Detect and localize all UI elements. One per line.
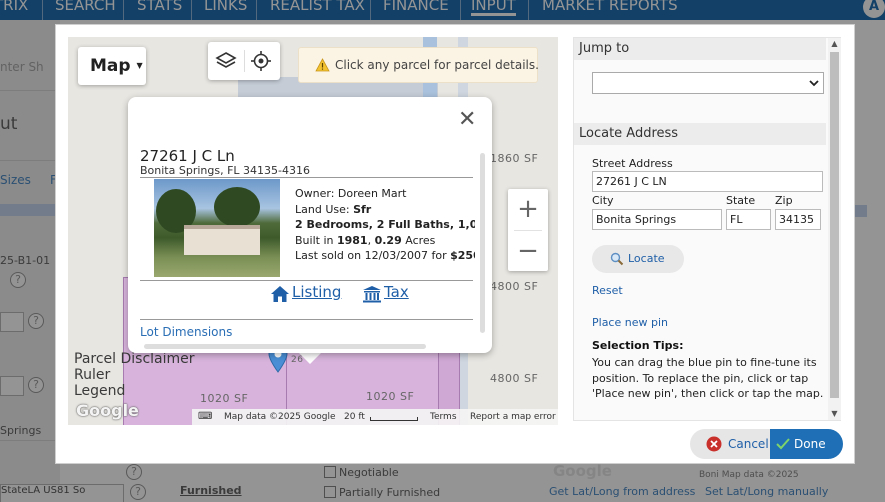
parcel-details: Owner: Doreen Mart Land Use: Sfr 2 Bedro… [295, 186, 475, 264]
ruler-link[interactable]: Ruler [74, 367, 195, 383]
jump-to-header: Jump to [574, 38, 826, 60]
scroll-up-arrow-icon[interactable]: ▲ [828, 38, 841, 50]
land-use-value: Sfr [353, 202, 372, 216]
property-photo [154, 179, 280, 277]
parcel-sf-label: 1020 SF [366, 390, 415, 403]
selection-tips-text: You can drag the blue pin to fine-tune i… [592, 356, 824, 400]
parcel-sf-label: 4800 SF [490, 372, 539, 385]
place-new-pin-link[interactable]: Place new pin [592, 316, 668, 329]
divider [140, 280, 473, 281]
close-icon[interactable]: ✕ [458, 109, 476, 131]
beds-baths-text: 2 Bedrooms, 2 Full Baths, 1,020 [295, 218, 475, 231]
divider [140, 319, 473, 320]
search-icon [610, 252, 624, 266]
photo-tree [214, 187, 260, 227]
hint-text: Click any parcel for parcel details. [335, 58, 539, 72]
zip-input[interactable]: 34135 [775, 209, 821, 230]
state-label: State [726, 194, 756, 207]
map-canvas[interactable]: 1860 SF 4800 SF 4800 SF 1020 SF 1020 SF … [68, 37, 558, 425]
land-use-label: Land Use: [295, 202, 354, 216]
legend-link[interactable]: Legend [74, 383, 195, 399]
zoom-controls: + − [508, 189, 548, 271]
city-label: City [592, 194, 614, 207]
zoom-in-button[interactable]: + [508, 189, 548, 229]
popup-horizontal-scrollbar[interactable] [144, 344, 426, 349]
divider [140, 177, 473, 178]
reset-link[interactable]: Reset [592, 284, 623, 297]
lot-dimensions-link[interactable]: Lot Dimensions [140, 325, 232, 339]
land-use-text: Land Use: Sfr [295, 202, 475, 218]
locate-label: Locate [628, 252, 665, 265]
parcel-sf-label: 1020 SF [200, 392, 249, 405]
terms-link[interactable]: Terms [430, 409, 457, 425]
scroll-down-arrow-icon[interactable]: ▼ [828, 408, 841, 420]
sold-price: $250 [450, 249, 475, 262]
city-input[interactable]: Bonita Springs [592, 209, 722, 230]
zoom-out-button[interactable]: − [508, 231, 548, 271]
photo-house [184, 225, 260, 255]
map-type-button[interactable]: Map ▼ [78, 47, 146, 85]
cancel-label: Cancel [728, 437, 769, 451]
cancel-icon [706, 436, 722, 452]
last-sold-text: Last sold on 12/03/2007 for $250 [295, 248, 475, 264]
zip-label: Zip [775, 194, 793, 207]
layers-icon[interactable] [215, 50, 237, 72]
parcel-hint-banner: Click any parcel for parcel details. [298, 47, 539, 83]
jump-to-select[interactable] [592, 72, 824, 94]
parcel-map-dialog: 1860 SF 4800 SF 4800 SF 1020 SF 1020 SF … [55, 24, 855, 464]
scale-label: 20 ft [344, 412, 365, 422]
map-data-text: Map data ©2025 Google [224, 412, 336, 422]
listing-link[interactable]: Listing [292, 283, 341, 301]
state-input[interactable]: FL [726, 209, 771, 230]
done-button[interactable]: Done [770, 429, 843, 459]
google-logo: Google [76, 401, 139, 420]
courthouse-icon[interactable] [362, 285, 382, 303]
cancel-button[interactable]: Cancel [690, 429, 770, 459]
keyboard-icon[interactable]: ⌨ [198, 409, 212, 425]
warning-icon [315, 58, 330, 72]
checkmark-icon [776, 438, 790, 450]
built-text: Built in 1981, 0.29 Acres [295, 233, 475, 249]
panel-scrollbar[interactable]: ▲ ▼ [828, 38, 841, 420]
scale-bar [370, 417, 418, 421]
tax-link[interactable]: Tax [384, 283, 409, 301]
sold-prefix: Last sold on 12/03/2007 for [295, 249, 451, 262]
map-type-label: Map [90, 56, 131, 76]
street-address-input[interactable]: 27261 J C LN [592, 171, 823, 192]
selection-tips-title: Selection Tips: [592, 339, 684, 352]
owner-text: Owner: Doreen Mart [295, 187, 407, 200]
parcel-disclaimer-link[interactable]: Parcel Disclaimer [74, 351, 195, 367]
caret-down-icon: ▼ [136, 61, 143, 70]
locate-panel: Jump to Locate Address Street Address 27… [573, 37, 841, 421]
acres-suffix: Acres [401, 233, 436, 247]
parcel-sf-label: 4800 SF [490, 280, 539, 293]
built-separator: , [367, 233, 375, 247]
locate-me-icon[interactable] [250, 50, 272, 72]
chevron-down-icon [809, 80, 819, 87]
map-overlay-links: Parcel Disclaimer Ruler Legend [74, 351, 195, 399]
built-year: 1981 [336, 233, 368, 247]
map-attribution-bar: ⌨ Map data ©2025 Google 20 ft Terms Repo… [192, 409, 558, 425]
built-prefix: Built in [295, 233, 337, 247]
parcel-info-popup: ✕ 27261 J C Ln Bonita Springs, FL 34135-… [128, 97, 492, 353]
locate-address-header: Locate Address [574, 123, 826, 145]
report-map-error-link[interactable]: Report a map error [470, 409, 556, 425]
popup-vertical-scrollbar[interactable] [480, 153, 485, 333]
street-address-label: Street Address [592, 157, 673, 170]
parcel-sf-label: 1860 SF [490, 152, 539, 165]
parcel-address-line2: Bonita Springs, FL 34135-4316 [140, 164, 310, 177]
dialog-actions: Cancel Done [690, 429, 843, 459]
home-icon[interactable] [270, 285, 290, 303]
divider [244, 50, 245, 72]
lot-acres: 0.29 [374, 233, 402, 247]
popup-tail [298, 352, 322, 364]
parcel-address-line1: 27261 J C Ln [140, 147, 235, 165]
map-tools-group [208, 42, 280, 80]
locate-button[interactable]: Locate [592, 245, 684, 273]
done-label: Done [794, 437, 826, 451]
scrollbar-thumb[interactable] [830, 52, 839, 398]
